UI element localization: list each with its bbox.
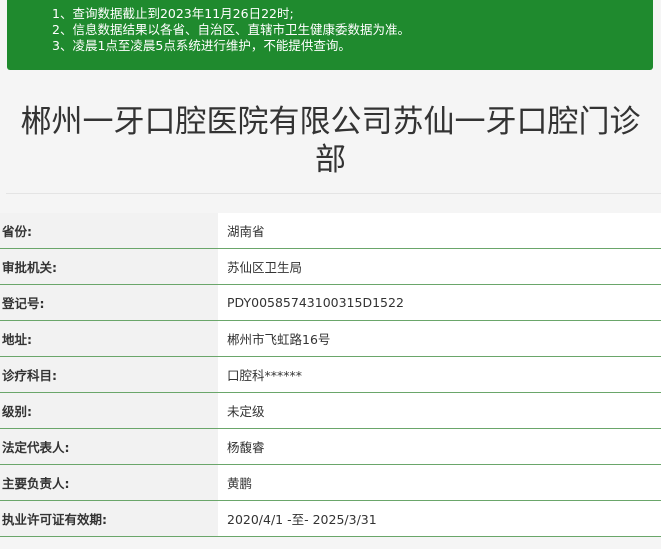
table-row: 诊疗科目: 口腔科****** [0,357,661,393]
row-label: 法定代表人: [0,429,218,464]
table-row: 地址: 郴州市飞虹路16号 [0,321,661,357]
title-divider [6,193,661,194]
row-label: 地址: [0,321,218,356]
notice-line: 3、凌晨1点至凌晨5点系统进行维护，不能提供查询。 [52,38,351,53]
row-value: 2020/4/1 -至- 2025/3/31 [218,501,661,536]
table-row: 省份: 湖南省 [0,213,661,249]
info-table: 省份: 湖南省 审批机关: 苏仙区卫生局 登记号: PDY00585743100… [0,213,661,537]
row-value: 郴州市飞虹路16号 [218,321,661,356]
row-value: 杨馥睿 [218,429,661,464]
row-value: 黄鹏 [218,465,661,500]
page-title-line2: 部 [315,142,346,178]
table-row: 审批机关: 苏仙区卫生局 [0,249,661,285]
row-label: 主要负责人: [0,465,218,500]
row-label: 省份: [0,213,218,248]
page-title: 郴州一牙口腔医院有限公司苏仙一牙口腔门诊 部 [0,103,661,179]
table-row: 法定代表人: 杨馥睿 [0,429,661,465]
notice-line: 2、信息数据结果以各省、自治区、直辖市卫生健康委数据为准。 [52,22,410,37]
page-title-line1: 郴州一牙口腔医院有限公司苏仙一牙口腔门诊 [20,104,641,140]
table-row: 主要负责人: 黄鹏 [0,465,661,501]
table-row: 执业许可证有效期: 2020/4/1 -至- 2025/3/31 [0,501,661,537]
row-label: 登记号: [0,285,218,320]
row-value: PDY00585743100315D1522 [218,285,661,320]
row-value: 苏仙区卫生局 [218,249,661,284]
notice-line: 1、查询数据截止到2023年11月26日22时; [52,6,294,21]
row-label: 执业许可证有效期: [0,501,218,536]
row-label: 审批机关: [0,249,218,284]
row-value: 湖南省 [218,213,661,248]
table-row: 登记号: PDY00585743100315D1522 [0,285,661,321]
row-label: 级别: [0,393,218,428]
row-value: 口腔科****** [218,357,661,392]
table-row: 级别: 未定级 [0,393,661,429]
row-value: 未定级 [218,393,661,428]
row-label: 诊疗科目: [0,357,218,392]
notice-banner: 1、查询数据截止到2023年11月26日22时; 2、信息数据结果以各省、自治区… [7,0,653,70]
